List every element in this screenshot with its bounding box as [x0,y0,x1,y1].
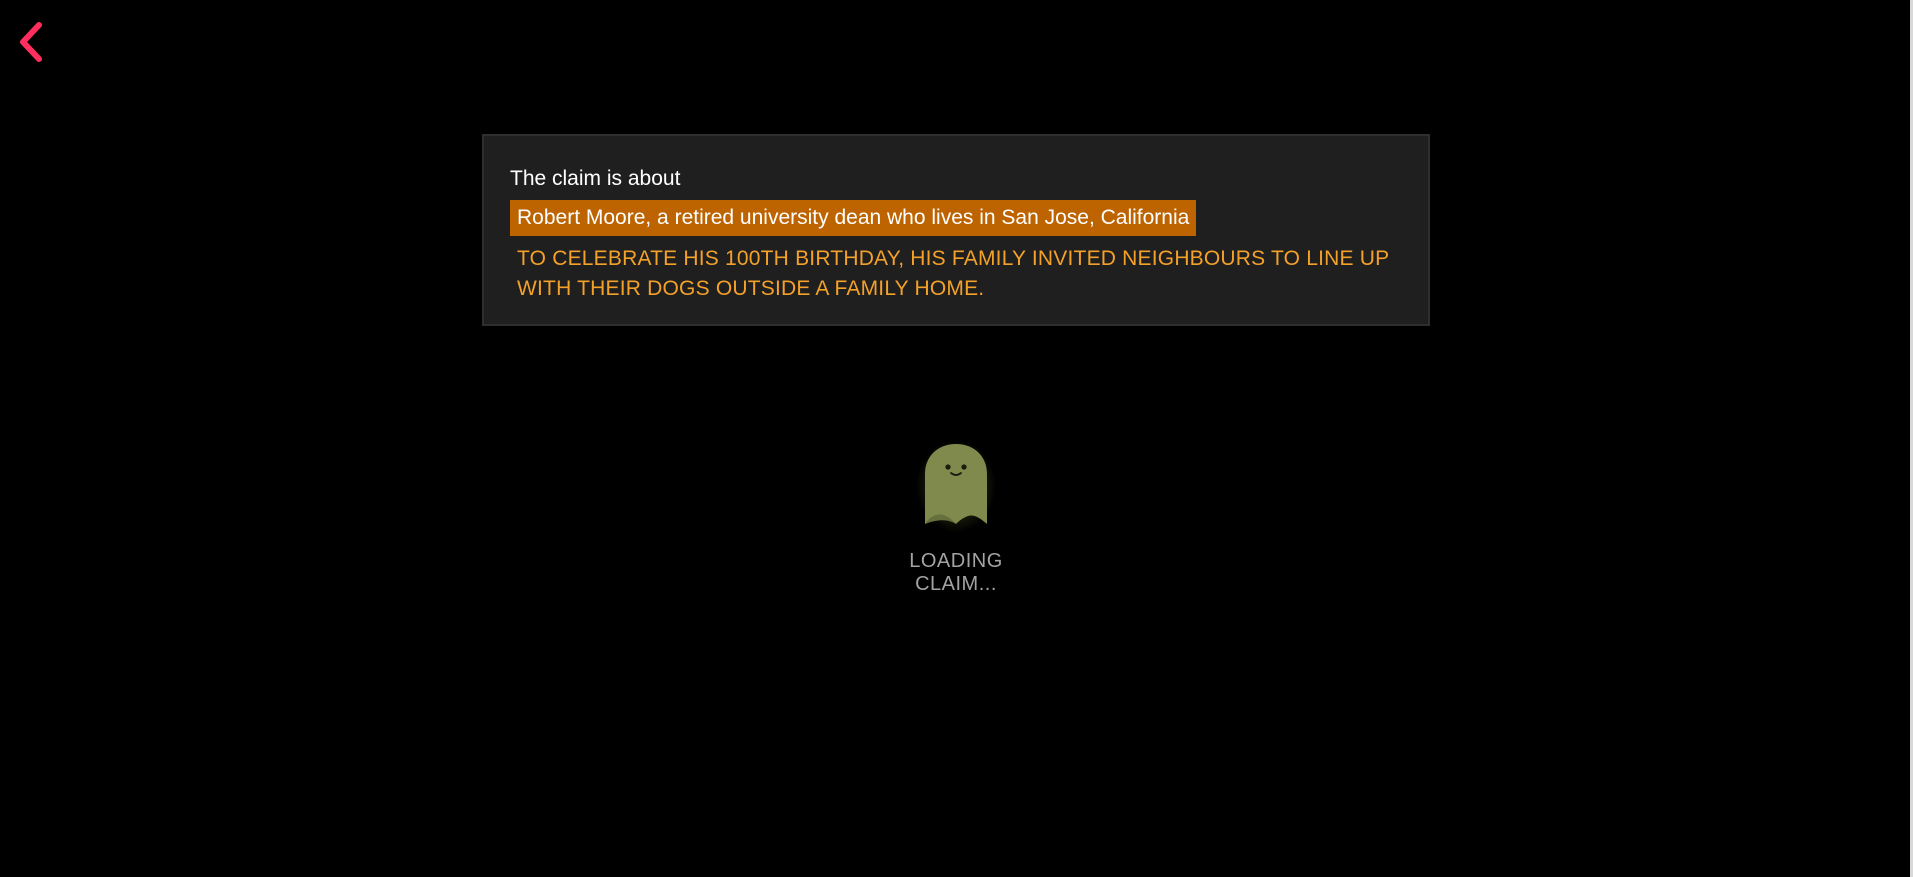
claim-intro: The claim is about [510,167,681,190]
loading-indicator: LOADING CLAIM... [866,440,1046,596]
chevron-left-icon [20,22,42,62]
claim-text: TO CELEBRATE HIS 100TH BIRTHDAY, HIS FAM… [517,247,1389,300]
claim-card: The claim is about Robert Moore, a retir… [482,134,1430,326]
ghost-icon [916,440,996,532]
page: The claim is about Robert Moore, a retir… [0,0,1913,877]
back-button[interactable] [10,18,50,66]
claim-subject: Robert Moore, a retired university dean … [510,200,1197,236]
loading-label: LOADING CLAIM... [909,550,1003,595]
